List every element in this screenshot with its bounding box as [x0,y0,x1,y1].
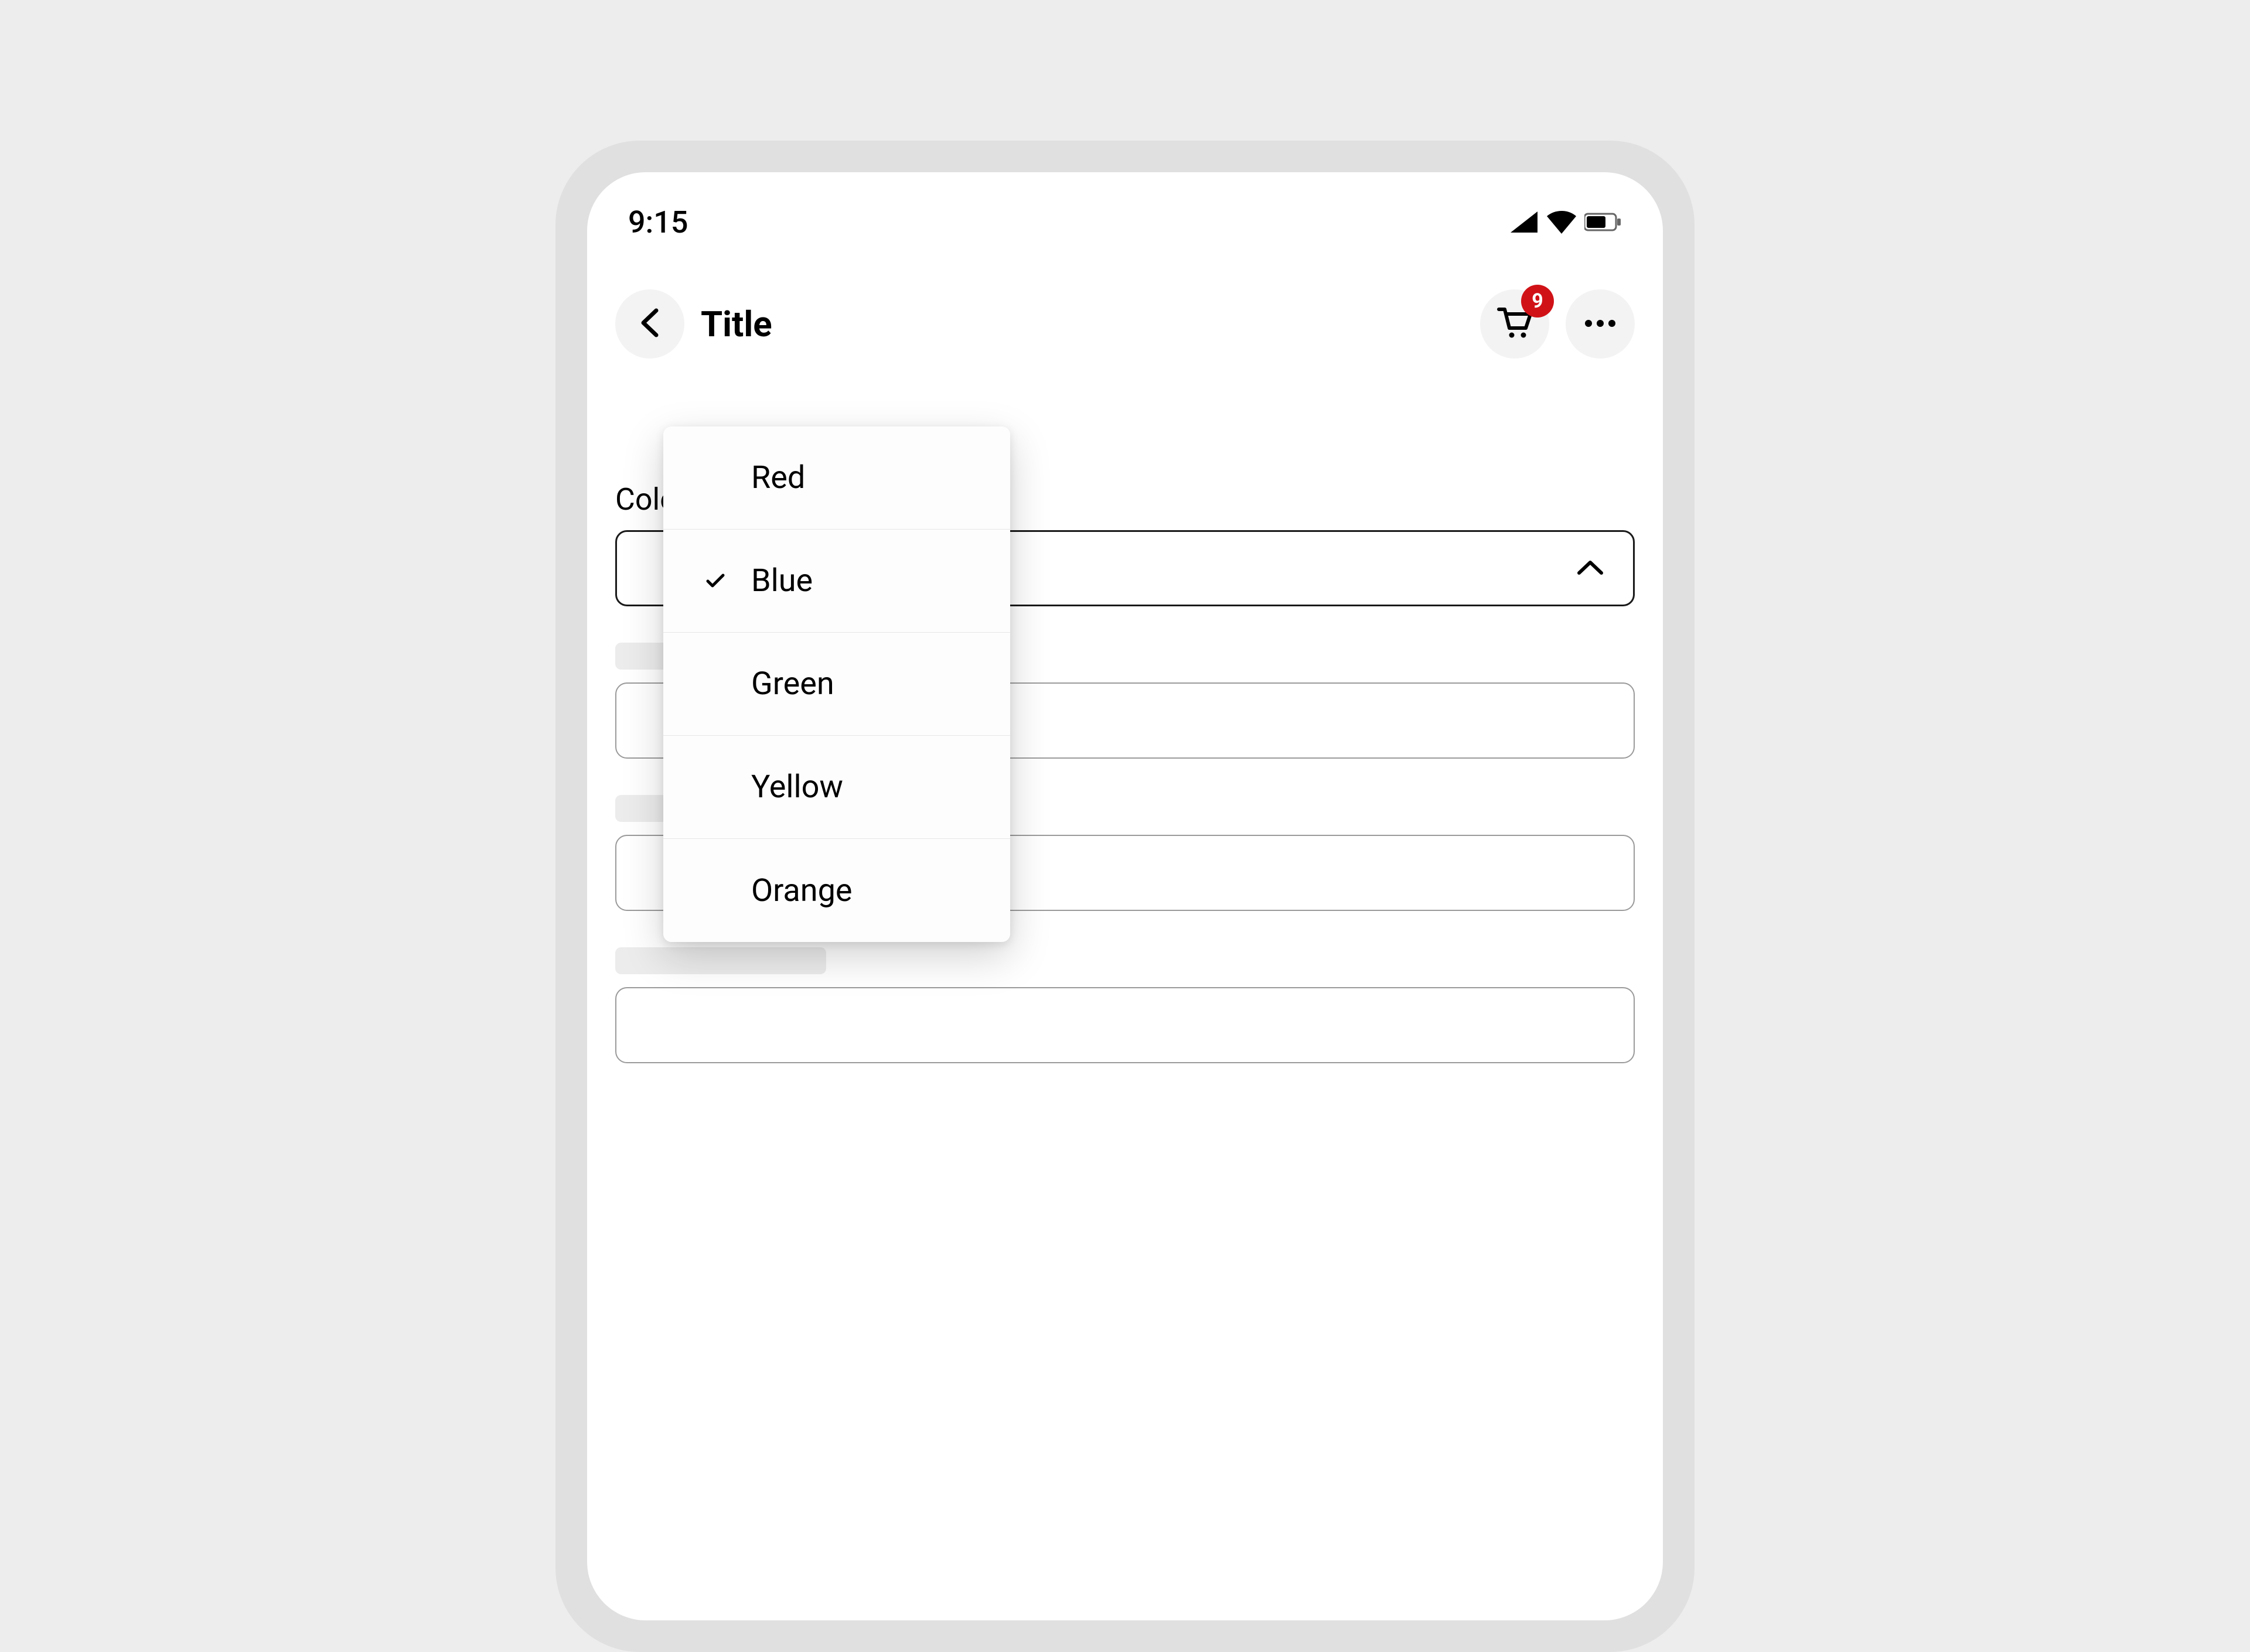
status-time: 9:15 [628,204,688,240]
cart-badge: 9 [1521,285,1554,318]
dropdown-option-green[interactable]: Green [663,633,1010,736]
placeholder-label [615,947,826,974]
back-button[interactable] [615,289,684,359]
dropdown-option-label: Green [751,665,834,702]
status-icons [1509,210,1622,234]
page-title: Title [701,303,1464,345]
more-button[interactable] [1566,289,1635,359]
check-icon [705,573,725,589]
dropdown-option-yellow[interactable]: Yellow [663,736,1010,839]
dropdown-option-red[interactable]: Red [663,426,1010,530]
top-bar: Title 9 [587,272,1663,376]
chevron-left-icon [639,308,661,340]
dropdown-option-label: Red [751,459,805,496]
dropdown-option-orange[interactable]: Orange [663,839,1010,942]
dropdown-option-blue[interactable]: Blue [663,530,1010,633]
form-content: Color Red [587,376,1663,1063]
dropdown-option-label: Yellow [751,769,843,805]
dropdown-option-label: Blue [751,562,813,599]
placeholder-input[interactable] [615,987,1635,1063]
more-horizontal-icon [1584,319,1616,330]
status-bar: 9:15 [587,172,1663,254]
phone-frame: 9:15 [555,141,1695,1652]
dropdown-option-label: Orange [751,872,853,909]
wifi-icon [1546,210,1577,234]
cellular-icon [1509,210,1539,234]
cart-button[interactable]: 9 [1480,289,1549,359]
chevron-up-icon [1576,558,1605,579]
battery-icon [1584,213,1622,231]
color-dropdown: Red Blue Green [663,426,1010,942]
phone-screen: 9:15 [587,172,1663,1620]
